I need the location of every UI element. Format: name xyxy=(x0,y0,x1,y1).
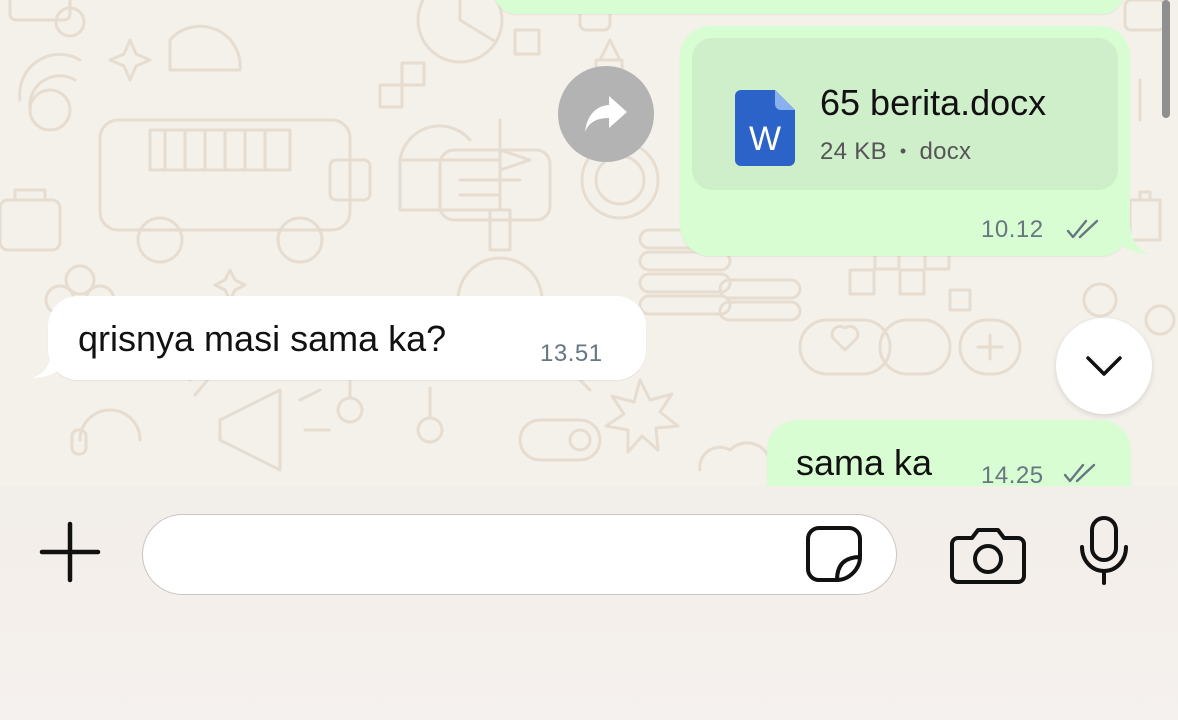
word-document-icon: W xyxy=(735,90,795,166)
double-check-icon xyxy=(1066,219,1099,239)
doc-icon-letter: W xyxy=(749,120,781,158)
chat-scrollbar[interactable] xyxy=(1162,0,1170,118)
message-time: 14.25 xyxy=(981,462,1044,486)
file-message-bubble[interactable]: W 65 berita.docx 24 KB • docx 10.12 xyxy=(680,26,1150,256)
outgoing-message-bubble[interactable]: sama ka 14.25 xyxy=(767,420,1131,486)
message-input-box[interactable] xyxy=(142,514,897,595)
file-type: docx xyxy=(919,138,972,165)
message-text: qrisnya masi sama ka? xyxy=(78,318,447,359)
sticker-icon[interactable] xyxy=(805,525,863,583)
incoming-message-bubble[interactable]: qrisnya masi sama ka? 13.51 xyxy=(32,296,646,380)
file-size: 24 KB xyxy=(820,138,887,165)
bubble-tail xyxy=(1110,226,1150,254)
previous-outgoing-bubble xyxy=(494,0,1124,14)
document-attachment-card[interactable]: W 65 berita.docx 24 KB • docx xyxy=(692,38,1118,190)
message-time: 10.12 xyxy=(981,216,1044,243)
message-time: 13.51 xyxy=(540,340,603,367)
file-meta: 24 KB • docx xyxy=(820,138,971,166)
camera-icon[interactable] xyxy=(950,526,1026,584)
double-check-icon xyxy=(1063,463,1096,483)
bubble-tail xyxy=(32,350,72,378)
file-name: 65 berita.docx xyxy=(820,82,1047,123)
chat-area: W 65 berita.docx 24 KB • docx 10.12 qris… xyxy=(0,0,1178,486)
message-input[interactable] xyxy=(173,533,773,577)
forward-arrow-icon xyxy=(585,96,627,132)
forward-button[interactable] xyxy=(558,66,654,162)
plus-icon[interactable] xyxy=(38,520,102,584)
message-text: sama ka xyxy=(796,442,933,483)
meta-separator: • xyxy=(899,141,907,161)
chevron-down-icon xyxy=(1086,356,1122,376)
scroll-to-bottom-button[interactable] xyxy=(1056,318,1152,414)
microphone-icon[interactable] xyxy=(1076,515,1132,587)
